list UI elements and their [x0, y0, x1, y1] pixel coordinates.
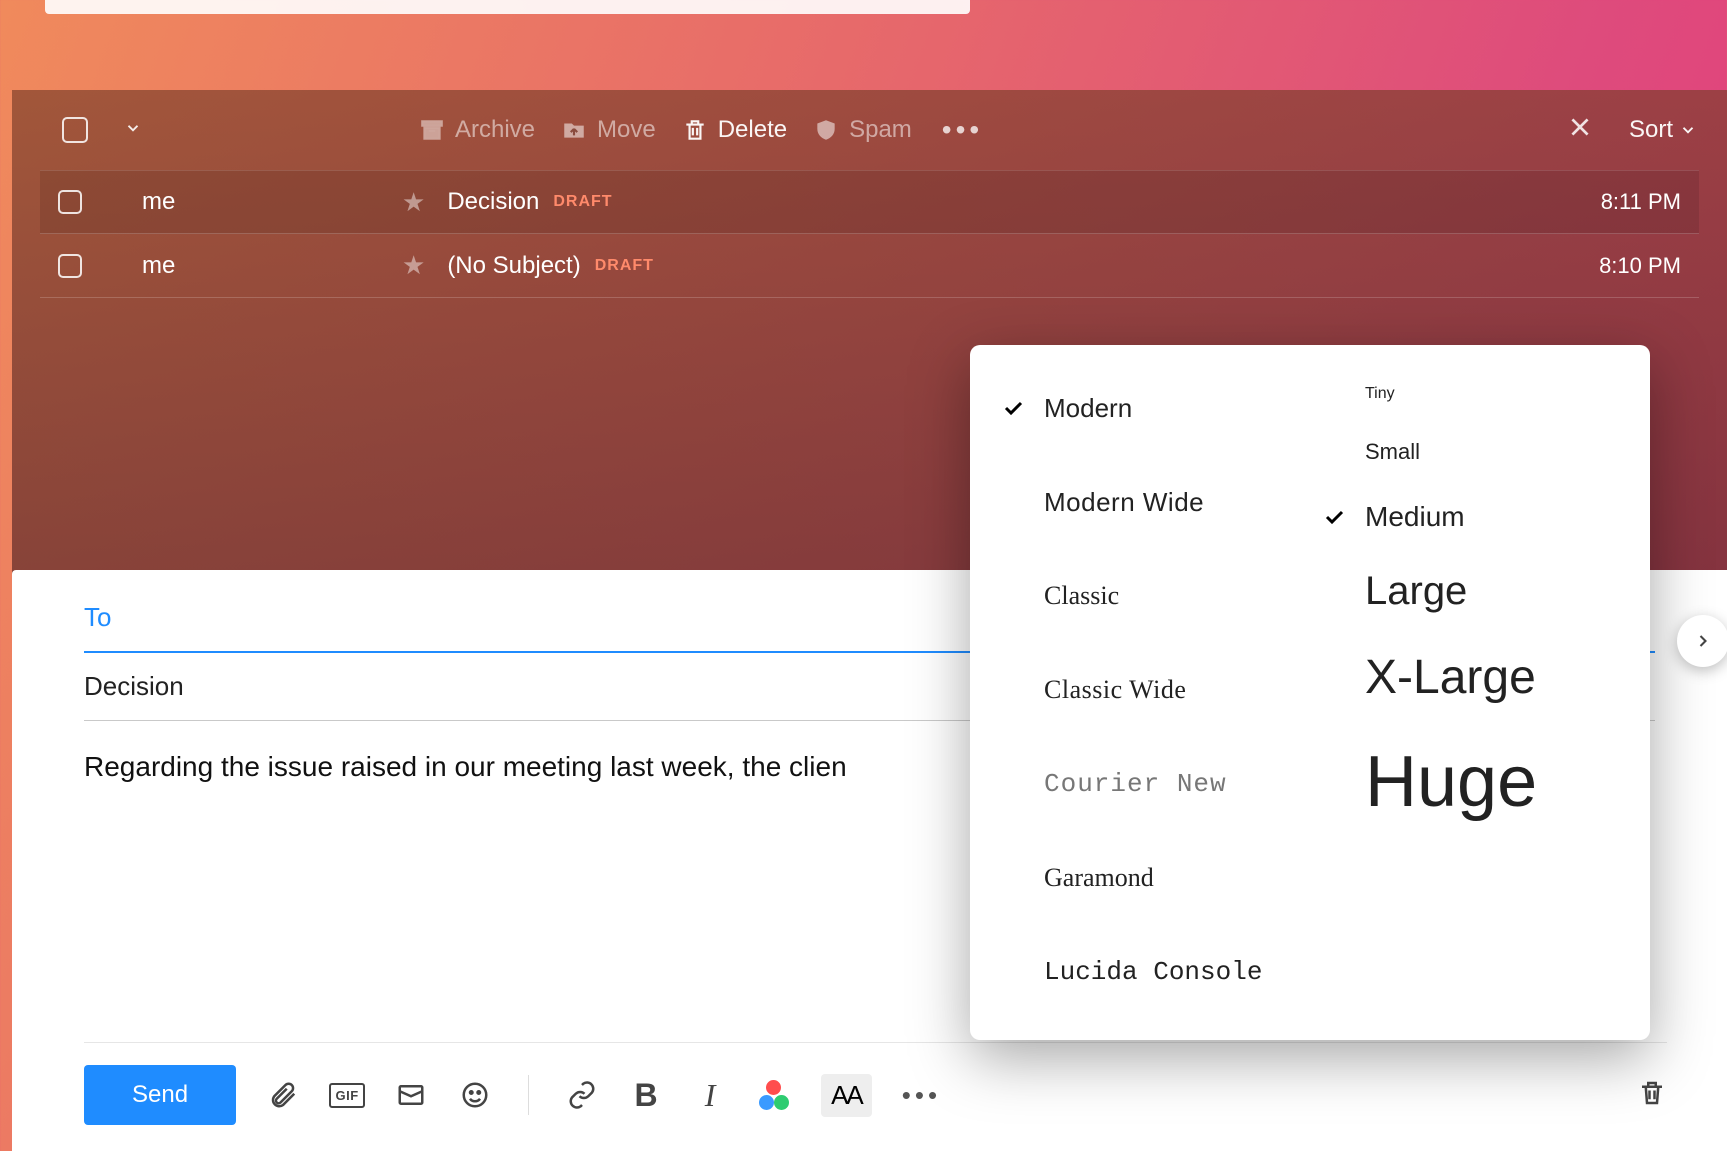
- link-button[interactable]: [565, 1078, 599, 1112]
- font-size-option[interactable]: Tiny: [1321, 385, 1620, 403]
- font-family-option[interactable]: Modern: [1000, 385, 1299, 431]
- move-button[interactable]: Move: [561, 116, 656, 144]
- font-size-label: Large: [1365, 569, 1467, 614]
- spam-button[interactable]: Spam: [813, 116, 912, 144]
- font-size-option[interactable]: Large: [1321, 569, 1620, 614]
- subject-value: Decision: [84, 671, 184, 701]
- font-family-option[interactable]: Lucida Console: [1000, 949, 1299, 995]
- to-label: To: [84, 602, 111, 632]
- message-row[interactable]: me★ Decision DRAFT 8:11 PM: [40, 170, 1699, 234]
- gif-button[interactable]: GIF: [330, 1078, 364, 1112]
- expand-compose-button[interactable]: [1677, 615, 1727, 667]
- bold-icon: B: [635, 1077, 658, 1114]
- font-family-label: Lucida Console: [1044, 957, 1262, 987]
- delete-label: Delete: [718, 116, 787, 144]
- row-sender: me: [142, 188, 402, 216]
- font-family-label: Garamond: [1044, 863, 1154, 893]
- font-size-label: Small: [1365, 439, 1420, 465]
- draft-badge: DRAFT: [595, 257, 654, 275]
- discard-button[interactable]: [1637, 1078, 1667, 1113]
- font-aa-icon: AA: [831, 1080, 862, 1110]
- message-toolbar: Archive Move Delete Spam ••• Sort: [12, 90, 1727, 170]
- font-family-option[interactable]: Garamond: [1000, 855, 1299, 901]
- italic-button[interactable]: I: [693, 1078, 727, 1112]
- font-size-list: Tiny Small Medium Large X-Large Huge: [1299, 385, 1620, 1010]
- smiley-icon: [460, 1080, 490, 1110]
- bold-button[interactable]: B: [629, 1078, 663, 1112]
- sort-label: Sort: [1629, 116, 1673, 144]
- font-size-option[interactable]: Huge: [1321, 741, 1620, 823]
- font-family-label: Modern Wide: [1044, 487, 1204, 518]
- row-subject: Decision: [447, 188, 539, 216]
- sort-button[interactable]: Sort: [1629, 116, 1697, 144]
- gif-icon: GIF: [329, 1083, 364, 1108]
- font-family-label: Classic: [1044, 581, 1119, 611]
- move-label: Move: [597, 116, 656, 144]
- more-format-button[interactable]: •••: [902, 1080, 941, 1111]
- archive-icon: [419, 117, 445, 143]
- color-dots-icon: [759, 1080, 789, 1110]
- send-button[interactable]: Send: [84, 1065, 236, 1125]
- more-actions-button[interactable]: •••: [942, 114, 983, 146]
- trash-icon: [682, 117, 708, 143]
- font-family-option[interactable]: Classic Wide: [1000, 667, 1299, 713]
- font-family-label: Classic Wide: [1044, 675, 1186, 705]
- italic-icon: I: [705, 1077, 716, 1114]
- message-row[interactable]: me★ (No Subject) DRAFT 8:10 PM: [40, 234, 1699, 298]
- font-size-option[interactable]: X-Large: [1321, 650, 1620, 705]
- row-time: 8:11 PM: [1601, 189, 1681, 215]
- font-family-option[interactable]: Classic: [1000, 573, 1299, 619]
- compose-toolbar: Send GIF B I AA •••: [84, 1042, 1667, 1125]
- emoji-button[interactable]: [458, 1078, 492, 1112]
- trash-icon: [1637, 1078, 1667, 1108]
- font-picker-popup: Modern Modern Wide Classic Classic Wide Cour…: [970, 345, 1650, 1040]
- font-family-label: Courier New: [1044, 769, 1227, 799]
- close-button[interactable]: [1567, 114, 1593, 147]
- move-icon: [561, 117, 587, 143]
- font-size-button[interactable]: AA: [821, 1074, 872, 1117]
- font-family-option[interactable]: Modern Wide: [1000, 479, 1299, 525]
- spam-label: Spam: [849, 116, 912, 144]
- font-family-option[interactable]: Courier New: [1000, 761, 1299, 807]
- font-size-label: Huge: [1365, 741, 1537, 823]
- link-icon: [567, 1080, 597, 1110]
- font-size-option[interactable]: Small: [1321, 439, 1620, 465]
- row-time: 8:10 PM: [1599, 253, 1681, 279]
- shield-x-icon: [813, 117, 839, 143]
- star-icon[interactable]: ★: [402, 250, 425, 281]
- attach-button[interactable]: [266, 1078, 300, 1112]
- star-icon[interactable]: ★: [402, 187, 425, 218]
- paperclip-icon: [268, 1080, 298, 1110]
- card-button[interactable]: [394, 1078, 428, 1112]
- row-sender: me: [142, 252, 402, 280]
- select-all-checkbox[interactable]: [62, 117, 88, 143]
- body-text: Regarding the issue raised in our meetin…: [84, 751, 847, 782]
- draft-badge: DRAFT: [553, 193, 612, 211]
- text-color-button[interactable]: [757, 1078, 791, 1112]
- archive-label: Archive: [455, 116, 535, 144]
- chevron-right-icon: [1693, 631, 1713, 651]
- font-size-label: Medium: [1365, 501, 1465, 533]
- toolbar-divider: [528, 1075, 529, 1115]
- delete-button[interactable]: Delete: [682, 116, 787, 144]
- font-size-label: Tiny: [1365, 385, 1395, 403]
- message-list: me★DecisionDRAFT8:11 PMme★(No Subject)DR…: [40, 170, 1699, 298]
- font-family-list: Modern Modern Wide Classic Classic Wide Cour…: [1000, 385, 1299, 1010]
- close-icon: [1567, 114, 1593, 140]
- card-heart-icon: [396, 1080, 426, 1110]
- font-size-label: X-Large: [1365, 650, 1536, 705]
- row-checkbox[interactable]: [58, 190, 82, 214]
- archive-button[interactable]: Archive: [419, 116, 535, 144]
- chevron-down-icon: [1679, 121, 1697, 139]
- select-menu-chevron[interactable]: [124, 119, 142, 142]
- row-checkbox[interactable]: [58, 254, 82, 278]
- browser-url-bar-fragment: [45, 0, 970, 14]
- row-subject: (No Subject): [447, 252, 580, 280]
- font-family-label: Modern: [1044, 393, 1132, 424]
- font-size-option[interactable]: Medium: [1321, 501, 1620, 533]
